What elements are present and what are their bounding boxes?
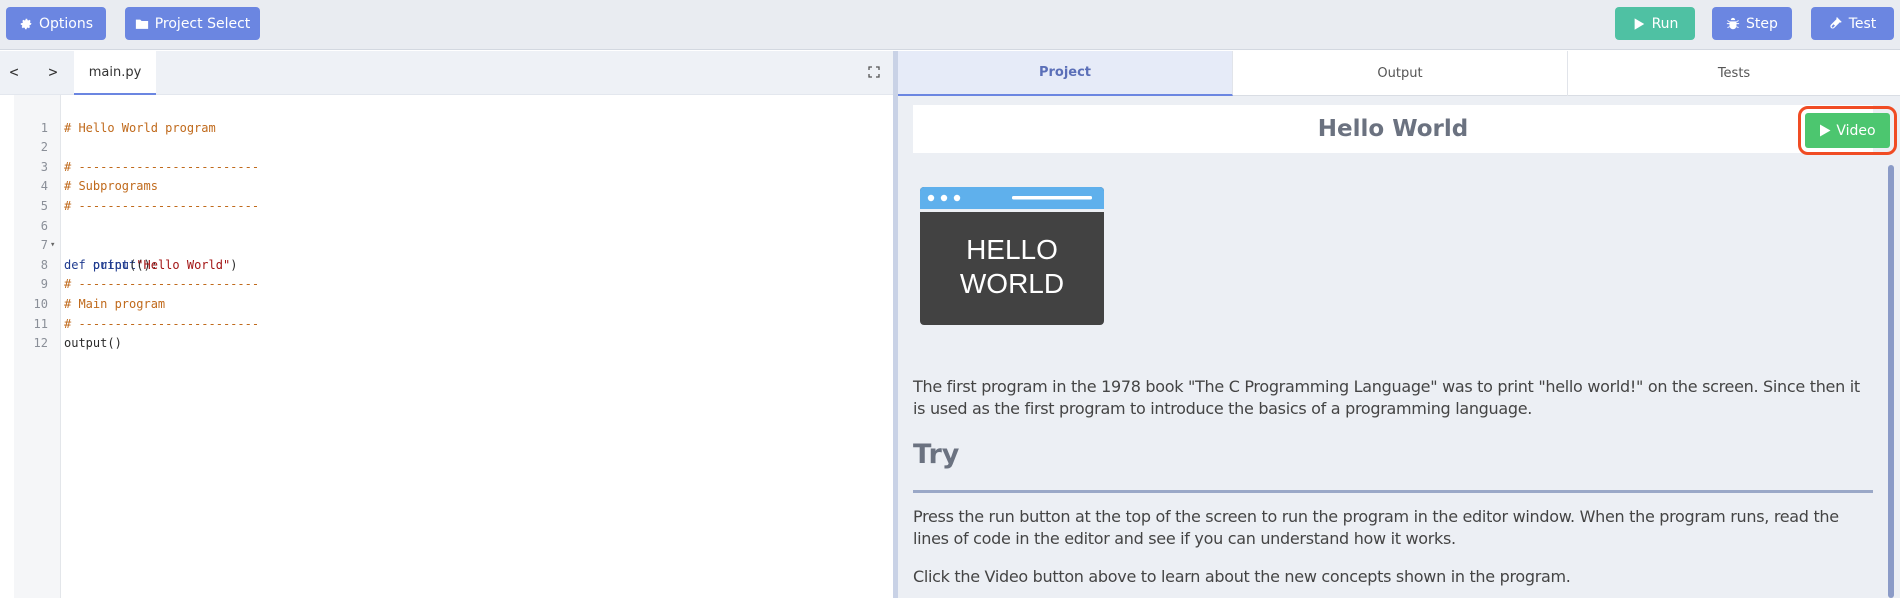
fullscreen-icon[interactable] <box>868 66 880 78</box>
panel-tab-bar: Project Output Tests <box>898 51 1900 96</box>
run-label: Run <box>1651 15 1679 32</box>
step-label: Step <box>1746 15 1778 32</box>
section-divider <box>913 490 1873 493</box>
content-scrollbar[interactable] <box>1888 165 1894 598</box>
code-line: 11 # ------------------------- <box>33 316 260 331</box>
tab-output[interactable]: Output <box>1233 51 1568 96</box>
intro-paragraph: The first program in the 1978 book "The … <box>913 377 1860 418</box>
code-line: 7 print("Hello World") <box>40 238 238 272</box>
hello-world-illustration: HELLO WORLD <box>920 187 1104 325</box>
illustration-text-hello: HELLO <box>966 234 1058 265</box>
code-line: 4 # Subprograms <box>40 179 158 194</box>
play-icon <box>1634 17 1644 30</box>
code-line: 2 <box>40 140 48 155</box>
try-paragraph-1: Press the run button at the top of the s… <box>913 507 1839 548</box>
test-label: Test <box>1848 15 1877 32</box>
try-heading: Try <box>913 439 960 470</box>
project-title: Hello World <box>1317 116 1469 142</box>
project-title-bar: Hello World <box>913 105 1873 153</box>
test-tube-icon <box>1830 16 1842 29</box>
video-button[interactable]: Video <box>1798 106 1897 155</box>
project-select-label: Project Select <box>154 15 251 32</box>
file-tab-main[interactable]: main.py <box>74 51 156 95</box>
code-editor-panel: < > main.py 1 # Hello World program 2 3 # … <box>0 51 893 598</box>
previous-file-button[interactable]: < <box>4 61 24 83</box>
play-icon <box>1820 124 1831 137</box>
illustration-text-world: WORLD <box>960 268 1064 299</box>
gear-icon <box>20 18 32 29</box>
step-button[interactable]: Step <box>1712 7 1792 40</box>
code-line: 10 # Main program <box>33 296 166 311</box>
code-line: 1 # Hello World program <box>40 120 216 135</box>
options-label: Options <box>38 15 94 32</box>
code-line: 9 # ------------------------- <box>40 277 260 292</box>
next-file-button[interactable]: > <box>43 61 63 83</box>
video-label: Video <box>1836 122 1876 139</box>
run-button[interactable]: Run <box>1615 7 1695 40</box>
project-panel: Project Output Tests Hello World Video H… <box>898 51 1900 598</box>
folder-icon <box>135 19 148 29</box>
code-line: 3 # ------------------------- <box>40 159 260 174</box>
code-line: 6 ▾ def output(): <box>40 218 158 272</box>
project-select-button[interactable]: Project Select <box>125 7 260 40</box>
tab-tests[interactable]: Tests <box>1568 51 1900 96</box>
code-line: 5 # ------------------------- <box>40 198 260 213</box>
try-paragraph-2: Click the Video button above to learn ab… <box>913 567 1571 586</box>
bug-icon <box>1726 17 1740 29</box>
code-line: 8 <box>40 257 48 272</box>
top-toolbar: Options Project Select Run Step Test <box>0 0 1900 50</box>
editor-tab-bar: < > main.py <box>0 51 893 95</box>
code-line: 12 output() <box>33 336 122 351</box>
options-button[interactable]: Options <box>6 7 106 40</box>
test-button[interactable]: Test <box>1811 7 1894 40</box>
tab-project[interactable]: Project <box>898 51 1233 96</box>
